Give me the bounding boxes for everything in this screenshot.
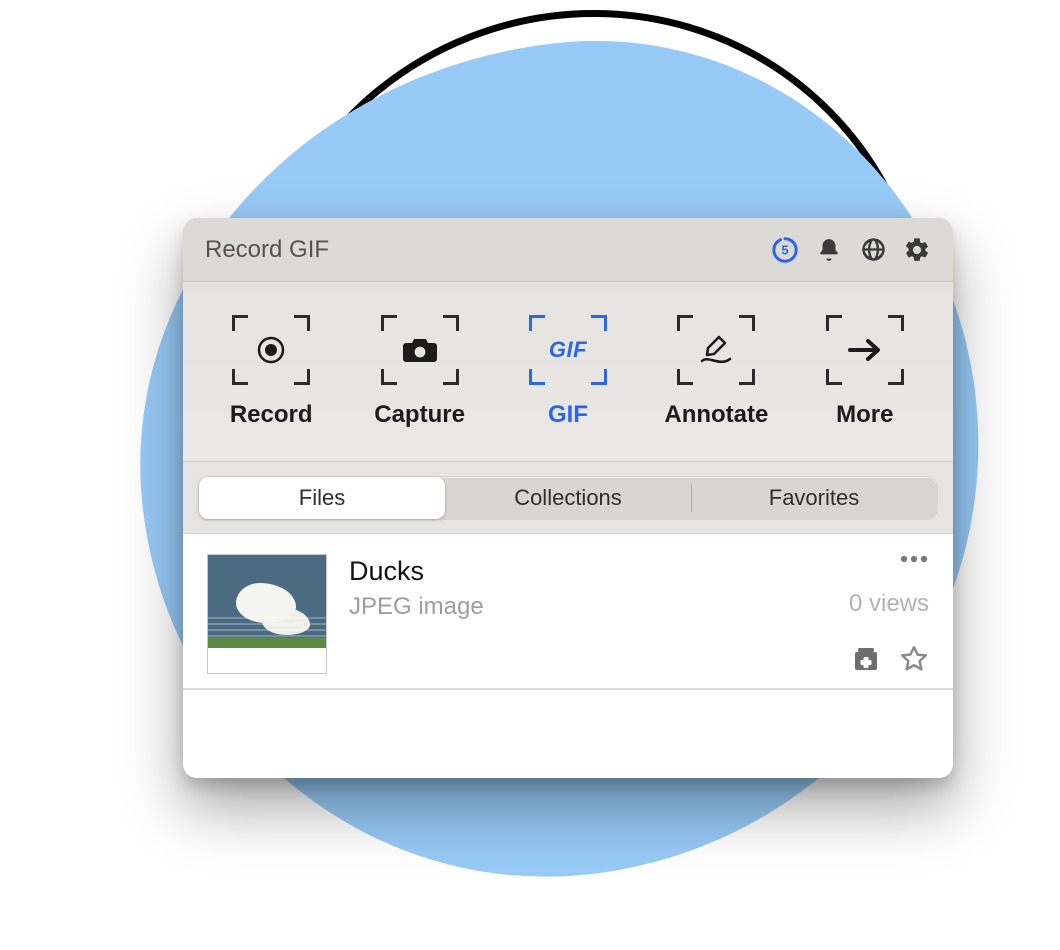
segmented-control: Files Collections Favorites <box>199 477 937 519</box>
file-list: Ducks JPEG image 0 views <box>183 534 953 778</box>
countdown-badge[interactable]: 5 <box>771 236 799 264</box>
gif-icon: GIF <box>529 315 607 385</box>
file-row[interactable]: Ducks JPEG image 0 views <box>183 534 953 690</box>
file-title: Ducks <box>349 556 827 587</box>
tab-favorites-label: Favorites <box>769 485 859 511</box>
camera-icon <box>381 315 459 385</box>
record-icon <box>232 315 310 385</box>
tool-record-label: Record <box>230 401 313 429</box>
tool-more-label: More <box>836 401 893 429</box>
file-views: 0 views <box>849 590 929 618</box>
tool-gif[interactable]: GIF GIF <box>498 315 638 429</box>
tool-annotate-label: Annotate <box>664 401 768 429</box>
tab-files-label: Files <box>299 485 345 511</box>
gif-icon-text: GIF <box>549 337 587 363</box>
tab-collections[interactable]: Collections <box>445 477 691 519</box>
header-title: Record GIF <box>205 236 771 264</box>
file-actions: 0 views <box>849 554 929 674</box>
file-subtitle: JPEG image <box>349 593 827 621</box>
globe-icon[interactable] <box>859 236 887 264</box>
countdown-value: 5 <box>781 242 788 257</box>
app-window: Record GIF 5 <box>183 218 953 778</box>
gear-icon[interactable] <box>903 236 931 264</box>
header-icons: 5 <box>771 236 931 264</box>
tool-record[interactable]: Record <box>201 315 341 429</box>
main-toolbar: Record Capture GIF GIF <box>183 282 953 462</box>
pencil-icon <box>677 315 755 385</box>
tab-collections-label: Collections <box>514 485 622 511</box>
file-meta: Ducks JPEG image <box>349 554 827 674</box>
tool-annotate[interactable]: Annotate <box>646 315 786 429</box>
tool-more[interactable]: More <box>795 315 935 429</box>
tab-files[interactable]: Files <box>199 477 445 519</box>
add-to-collection-icon[interactable] <box>851 645 881 673</box>
tabs-row: Files Collections Favorites <box>183 462 953 534</box>
notifications-icon[interactable] <box>815 236 843 264</box>
tool-capture[interactable]: Capture <box>350 315 490 429</box>
tool-gif-label: GIF <box>548 401 588 429</box>
header-bar: Record GIF 5 <box>183 218 953 282</box>
more-options-icon[interactable] <box>899 554 929 564</box>
favorite-star-icon[interactable] <box>899 644 929 674</box>
arrow-right-icon <box>826 315 904 385</box>
file-thumbnail <box>207 554 327 674</box>
tab-favorites[interactable]: Favorites <box>691 477 937 519</box>
tool-capture-label: Capture <box>374 401 465 429</box>
